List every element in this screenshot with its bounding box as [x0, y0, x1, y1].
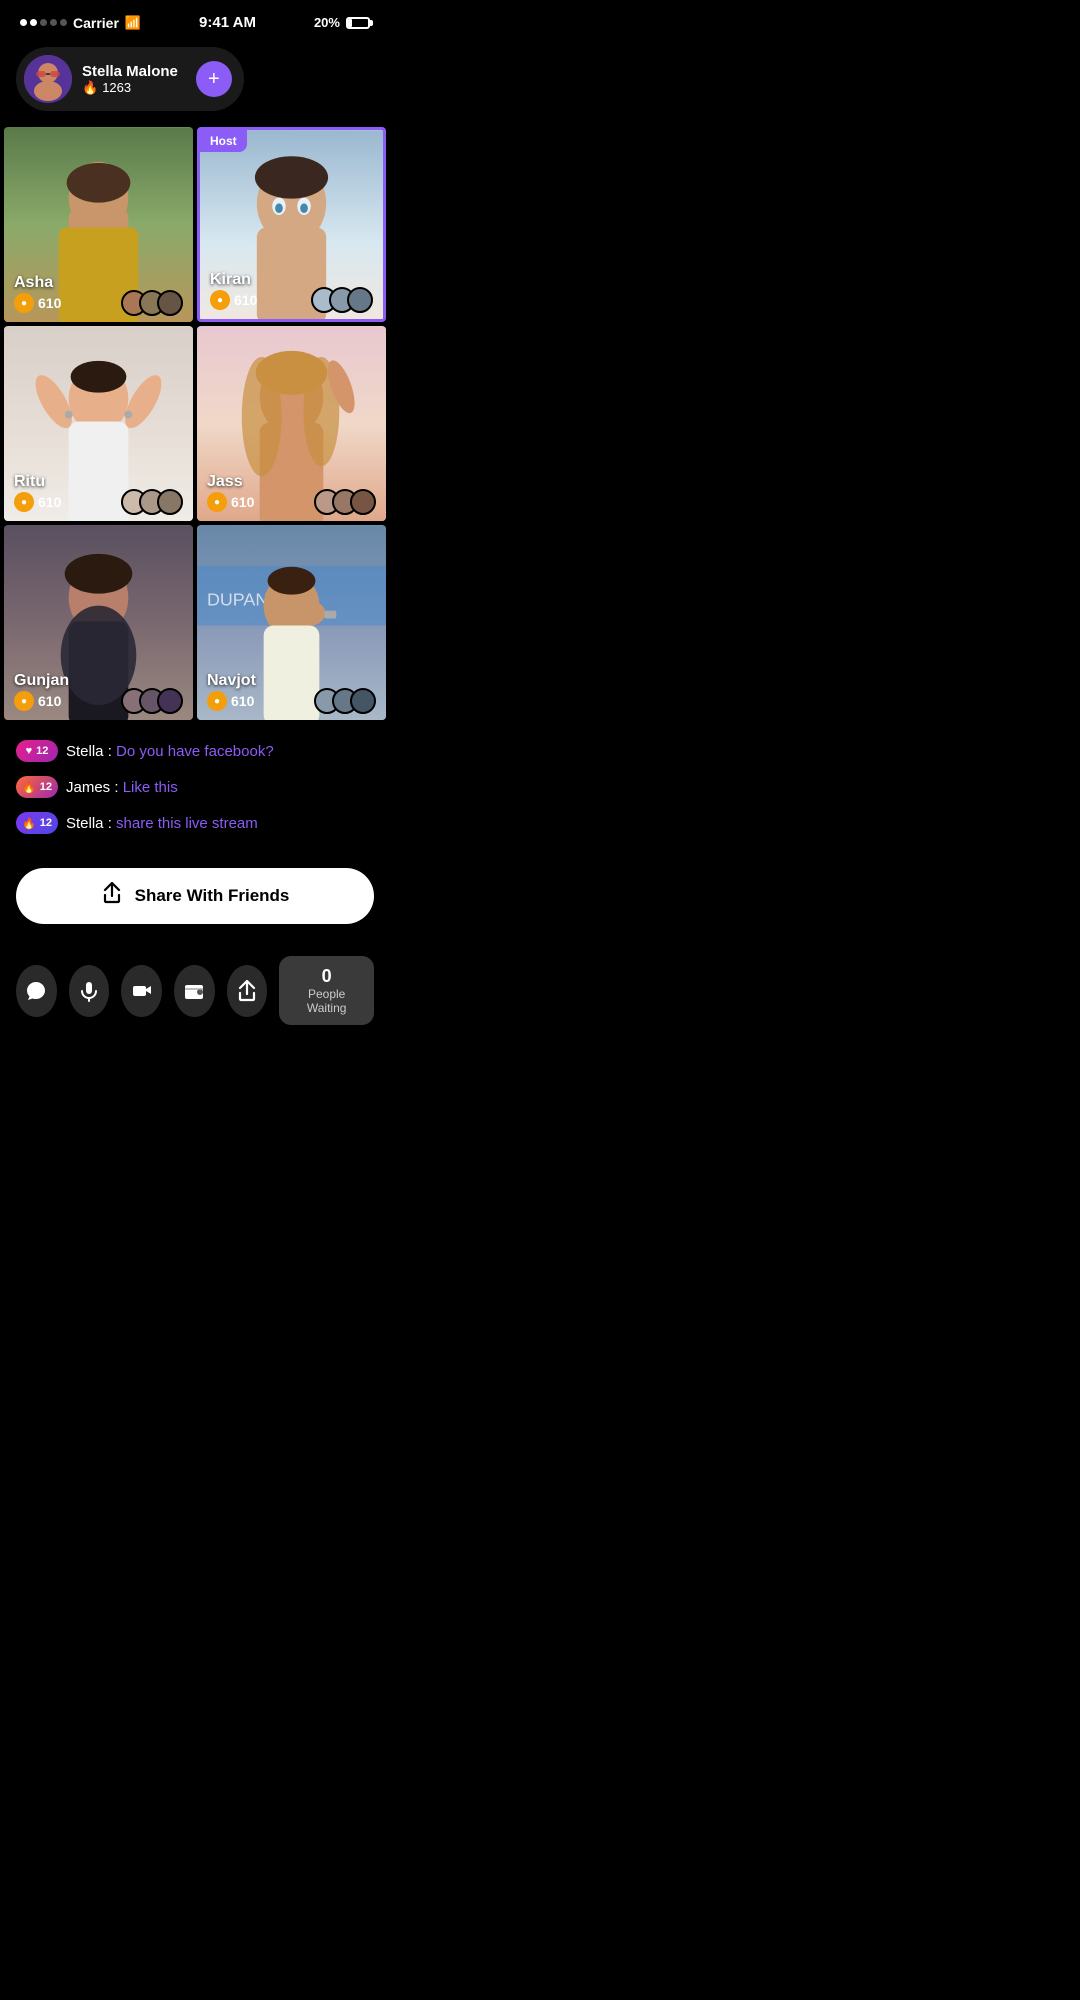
bottom-kiran: ● 610: [210, 287, 373, 313]
wifi-icon: 📶: [125, 15, 141, 31]
time-label: 9:41 AM: [199, 14, 256, 31]
badge-icon-1: ♥: [26, 745, 33, 757]
badge-icon-2: 🔥: [22, 781, 36, 794]
coin-icon: ●: [210, 290, 230, 310]
user-score: 🔥 1263: [82, 80, 178, 96]
badge-num-1: 12: [36, 745, 48, 757]
battery-percent: 20%: [314, 15, 340, 30]
dot-2: [30, 19, 37, 26]
battery-icon: [346, 17, 370, 29]
viewers-gunjan: [121, 688, 183, 714]
score-asha: ● 610: [14, 293, 61, 313]
bottom-asha: ● 610: [14, 290, 183, 316]
share-with-friends-button[interactable]: Share With Friends: [16, 868, 374, 924]
chat-badge-2: 🔥 12: [16, 776, 58, 798]
score-navjot: ● 610: [207, 691, 254, 711]
score-ritu: ● 610: [14, 492, 61, 512]
chat-message-1: ♥ 12 Stella : Do you have facebook?: [16, 740, 374, 762]
viewer-avatar: [347, 287, 373, 313]
user-name: Stella Malone: [82, 63, 178, 80]
chat-text-3: Stella : share this live stream: [66, 815, 258, 832]
chat-text-2: James : Like this: [66, 779, 178, 796]
coin-icon: ●: [14, 492, 34, 512]
viewer-avatar: [157, 489, 183, 515]
chat-message-2: 🔥 12 James : Like this: [16, 776, 374, 798]
people-waiting-count: 0: [295, 966, 358, 987]
badge-icon-3: 🔥: [22, 817, 36, 830]
cell-gunjan[interactable]: Gunjan ● 610: [4, 525, 193, 720]
wallet-button[interactable]: [174, 965, 215, 1017]
score-jass: ● 610: [207, 492, 254, 512]
cell-ritu[interactable]: Ritu ● 610: [4, 326, 193, 521]
battery-fill: [348, 19, 352, 27]
chat-badge-3: 🔥 12: [16, 812, 58, 834]
user-info: Stella Malone 🔥 1263: [82, 63, 178, 96]
share-button-label: Share With Friends: [135, 886, 290, 906]
host-badge: Host: [200, 130, 247, 152]
badge-num-3: 12: [40, 817, 52, 829]
avatar: [24, 55, 72, 103]
signal-dots: [20, 19, 67, 26]
flame-icon: 🔥: [82, 80, 98, 96]
bottom-bar: 0 People Waiting: [0, 944, 390, 1045]
chat-area: ♥ 12 Stella : Do you have facebook? 🔥 12…: [0, 720, 390, 858]
dot-4: [50, 19, 57, 26]
mic-button[interactable]: [69, 965, 110, 1017]
bottom-gunjan: ● 610: [14, 688, 183, 714]
cell-asha[interactable]: Asha ● 610: [4, 127, 193, 322]
people-waiting: 0 People Waiting: [279, 956, 374, 1025]
viewer-avatar: [350, 489, 376, 515]
viewers-ritu: [121, 489, 183, 515]
cell-navjot[interactable]: DUPANCA Navjot ● 610: [197, 525, 386, 720]
stream-grid: Asha ● 610: [4, 127, 386, 720]
share-icon: [101, 882, 123, 910]
chat-text-1: Stella : Do you have facebook?: [66, 743, 274, 760]
badge-num-2: 12: [40, 781, 52, 793]
coin-icon: ●: [207, 492, 227, 512]
user-card: Stella Malone 🔥 1263 +: [16, 47, 244, 111]
dot-3: [40, 19, 47, 26]
cell-jass[interactable]: Jass ● 610: [197, 326, 386, 521]
status-bar: Carrier 📶 9:41 AM 20%: [0, 0, 390, 39]
dot-1: [20, 19, 27, 26]
viewer-avatar: [157, 688, 183, 714]
chat-badge-1: ♥ 12: [16, 740, 58, 762]
score-gunjan: ● 610: [14, 691, 61, 711]
score-kiran: ● 610: [210, 290, 257, 310]
add-button[interactable]: +: [196, 61, 232, 97]
viewers-jass: [314, 489, 376, 515]
status-right: 20%: [314, 15, 370, 30]
score-value: 1263: [102, 80, 131, 95]
chat-button[interactable]: [16, 965, 57, 1017]
coin-icon: ●: [14, 293, 34, 313]
bottom-navjot: ● 610: [207, 688, 376, 714]
video-button[interactable]: [121, 965, 162, 1017]
viewer-avatar: [350, 688, 376, 714]
bottom-ritu: ● 610: [14, 489, 183, 515]
status-left: Carrier 📶: [20, 15, 141, 31]
carrier-label: Carrier: [73, 15, 119, 31]
coin-icon: ●: [14, 691, 34, 711]
bottom-jass: ● 610: [207, 489, 376, 515]
dot-5: [60, 19, 67, 26]
people-waiting-label: People Waiting: [295, 987, 358, 1015]
chat-message-3: 🔥 12 Stella : share this live stream: [16, 812, 374, 834]
viewers-navjot: [314, 688, 376, 714]
viewer-avatar: [157, 290, 183, 316]
cell-kiran[interactable]: Host Kiran ● 610: [197, 127, 386, 322]
viewers-kiran: [311, 287, 373, 313]
viewers-asha: [121, 290, 183, 316]
share-icon-button[interactable]: [227, 965, 268, 1017]
coin-icon: ●: [207, 691, 227, 711]
